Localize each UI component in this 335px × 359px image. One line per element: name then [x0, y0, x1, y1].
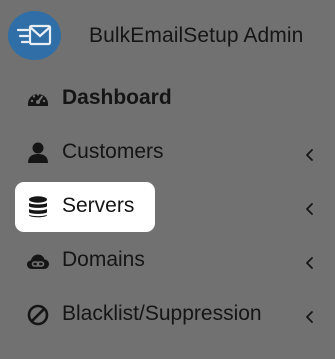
sidebar-item-servers[interactable]: Servers	[15, 182, 155, 232]
brand-header[interactable]: BulkEmailSetup Admin	[0, 0, 335, 72]
chevron-left-icon[interactable]	[304, 310, 316, 324]
sidebar-item-domains[interactable]: Domains	[15, 236, 155, 286]
cloud-link-icon	[26, 249, 50, 273]
sidebar-item-label: Customers	[62, 140, 164, 163]
sidebar-item-label: Servers	[62, 194, 135, 217]
sidebar-item-label: Blacklist/Suppression	[62, 302, 262, 325]
sidebar-item-dashboard[interactable]: Dashboard	[15, 74, 172, 124]
ban-icon	[26, 303, 50, 327]
tachometer-icon	[26, 87, 50, 111]
chevron-left-icon[interactable]	[304, 202, 316, 216]
sidebar-item-label: Domains	[62, 248, 145, 271]
sidebar-item-label: Dashboard	[62, 86, 172, 109]
sidebar-item-blacklist-suppression[interactable]: Blacklist/Suppression	[15, 290, 262, 340]
chevron-left-icon[interactable]	[304, 256, 316, 270]
user-icon	[26, 141, 50, 165]
chevron-left-icon[interactable]	[304, 148, 316, 162]
sidebar-item-customers[interactable]: Customers	[15, 128, 164, 178]
database-icon	[26, 195, 50, 219]
app-title: BulkEmailSetup Admin	[89, 24, 304, 47]
envelope-lines-icon	[8, 11, 61, 60]
